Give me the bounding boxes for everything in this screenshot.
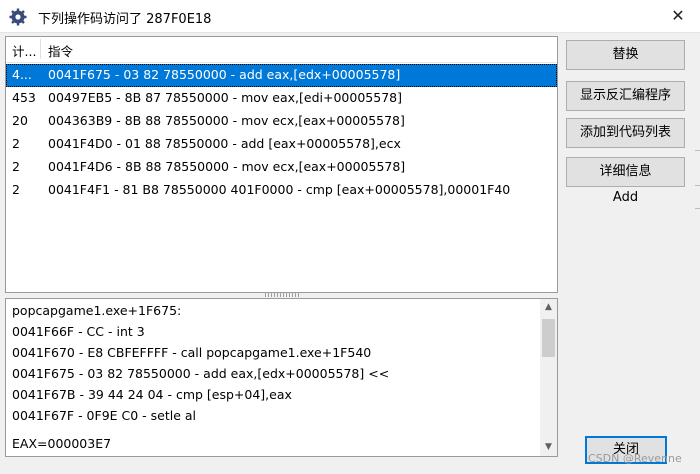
list-header: 计... 指令 (6, 37, 557, 63)
more-info-button[interactable]: 详细信息 (566, 157, 685, 187)
close-icon[interactable]: ✕ (656, 0, 700, 32)
title-bar: 下列操作码访问了 287F0E18 ✕ (0, 0, 700, 33)
detail-line: 0041F675 - 03 82 78550000 - add eax,[edx… (12, 366, 390, 381)
row-instruction: 0041F675 - 03 82 78550000 - add eax,[edx… (48, 67, 401, 82)
row-count: 20 (12, 113, 28, 128)
watermark-text: CSDN @Revenne (588, 452, 682, 465)
add-to-codelist-button[interactable]: 添加到代码列表 (566, 118, 685, 148)
window-title: 下列操作码访问了 287F0E18 (38, 12, 212, 27)
list-row[interactable]: 20 004363B9 - 8B 88 78550000 - mov ecx,[… (6, 110, 557, 133)
column-header-count[interactable]: 计... (12, 41, 38, 58)
row-count: 453 (12, 90, 36, 105)
scroll-down-icon[interactable]: ▼ (540, 439, 557, 456)
show-disassembler-button[interactable]: 显示反汇编程序 (566, 81, 685, 111)
row-count: 2 (12, 136, 20, 151)
add-label: Add (612, 190, 639, 205)
row-instruction: 0041F4D0 - 01 88 78550000 - add [eax+000… (48, 136, 401, 151)
row-count: 2 (12, 182, 20, 197)
detail-line: popcapgame1.exe+1F675: (12, 303, 182, 318)
detail-line: 0041F67F - 0F9E C0 - setle al (12, 408, 197, 423)
list-row[interactable]: 2 0041F4D0 - 01 88 78550000 - add [eax+0… (6, 133, 557, 156)
row-instruction: 004363B9 - 8B 88 78550000 - mov ecx,[eax… (48, 113, 405, 128)
row-count: 2 (12, 159, 20, 174)
row-count: 4... (12, 67, 32, 82)
detail-line: 0041F670 - E8 CBFEFFFF - call popcapgame… (12, 345, 372, 360)
background-window-edge (695, 208, 700, 209)
detail-line: EAX=000003E7 (12, 436, 112, 451)
column-divider[interactable] (40, 39, 41, 59)
disassembly-detail-text[interactable]: popcapgame1.exe+1F675: 0041F66F - CC - i… (5, 298, 558, 457)
list-row[interactable]: 453 00497EB5 - 8B 87 78550000 - mov eax,… (6, 87, 557, 110)
list-row[interactable]: 4... 0041F675 - 03 82 78550000 - add eax… (6, 64, 557, 87)
detail-line: 0041F67B - 39 44 24 04 - cmp [esp+04],ea… (12, 387, 292, 402)
list-row[interactable]: 2 0041F4F1 - 81 B8 78550000 401F0000 - c… (6, 179, 557, 202)
splitter-handle[interactable] (265, 293, 299, 297)
background-window-edge (695, 150, 700, 151)
gear-app-icon (9, 8, 27, 26)
opcode-list[interactable]: 计... 指令 4... 0041F675 - 03 82 78550000 -… (5, 36, 558, 293)
column-header-instruction[interactable]: 指令 (48, 41, 73, 60)
list-row[interactable]: 2 0041F4D6 - 8B 88 78550000 - mov ecx,[e… (6, 156, 557, 179)
row-instruction: 0041F4D6 - 8B 88 78550000 - mov ecx,[eax… (48, 159, 406, 174)
scroll-thumb[interactable] (542, 319, 555, 357)
replace-button[interactable]: 替换 (566, 40, 685, 70)
background-window-edge (695, 185, 700, 186)
scroll-up-icon[interactable]: ▲ (540, 299, 557, 316)
row-instruction: 0041F4F1 - 81 B8 78550000 401F0000 - cmp… (48, 182, 511, 197)
row-instruction: 00497EB5 - 8B 87 78550000 - mov eax,[edi… (48, 90, 402, 105)
detail-scrollbar[interactable]: ▲ ▼ (540, 299, 557, 456)
detail-line: 0041F66F - CC - int 3 (12, 324, 145, 339)
